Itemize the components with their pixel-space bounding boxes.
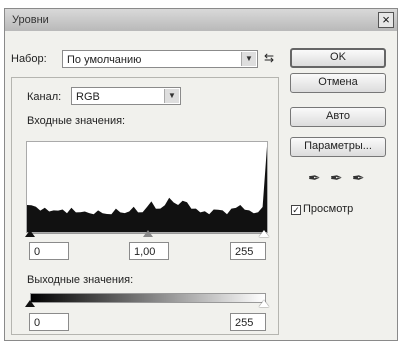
close-button[interactable]: × bbox=[378, 12, 394, 28]
preset-label: Набор: bbox=[11, 53, 47, 65]
channel-label: Канал: bbox=[27, 91, 62, 103]
preview-checkbox[interactable]: ✓ bbox=[291, 205, 301, 215]
output-black-handle[interactable] bbox=[25, 300, 35, 307]
title-bar: Уровни × bbox=[5, 9, 397, 31]
preview-label: Просмотр bbox=[303, 203, 354, 215]
auto-button[interactable]: Авто bbox=[290, 107, 386, 127]
output-white-handle[interactable] bbox=[259, 300, 269, 307]
input-levels-label: Входные значения: bbox=[27, 115, 126, 127]
input-white-field[interactable]: 255 bbox=[230, 242, 266, 260]
white-eyedropper-icon[interactable]: ✒ bbox=[352, 169, 365, 187]
cancel-button[interactable]: Отмена bbox=[290, 73, 386, 93]
black-eyedropper-icon[interactable]: ✒ bbox=[308, 169, 321, 187]
ok-button[interactable]: OK bbox=[290, 48, 386, 68]
input-black-field[interactable]: 0 bbox=[29, 242, 69, 260]
chevron-down-icon: ▼ bbox=[241, 52, 256, 66]
input-gamma-handle[interactable] bbox=[143, 230, 153, 237]
output-gradient-bar bbox=[30, 293, 266, 303]
chevron-down-icon: ▼ bbox=[164, 89, 179, 103]
preset-value: По умолчанию bbox=[67, 54, 142, 66]
preset-menu-icon[interactable]: ⇆ bbox=[264, 51, 274, 65]
input-black-handle[interactable] bbox=[25, 230, 35, 237]
gray-eyedropper-icon[interactable]: ✒ bbox=[330, 169, 343, 187]
window-title: Уровни bbox=[12, 14, 49, 26]
output-black-field[interactable]: 0 bbox=[29, 313, 69, 331]
histogram-chart bbox=[27, 146, 267, 232]
input-white-handle[interactable] bbox=[259, 230, 269, 237]
input-gamma-field[interactable]: 1,00 bbox=[129, 242, 169, 260]
channel-select[interactable]: RGB ▼ bbox=[71, 87, 181, 105]
output-levels-label: Выходные значения: bbox=[27, 274, 134, 286]
options-button[interactable]: Параметры... bbox=[290, 137, 386, 157]
preset-select[interactable]: По умолчанию ▼ bbox=[62, 50, 258, 68]
histogram bbox=[26, 141, 268, 233]
channel-value: RGB bbox=[76, 91, 100, 103]
output-white-field[interactable]: 255 bbox=[230, 313, 266, 331]
levels-dialog: Уровни × Набор: По умолчанию ▼ ⇆ Канал: … bbox=[4, 8, 398, 341]
histogram-area bbox=[27, 146, 267, 232]
